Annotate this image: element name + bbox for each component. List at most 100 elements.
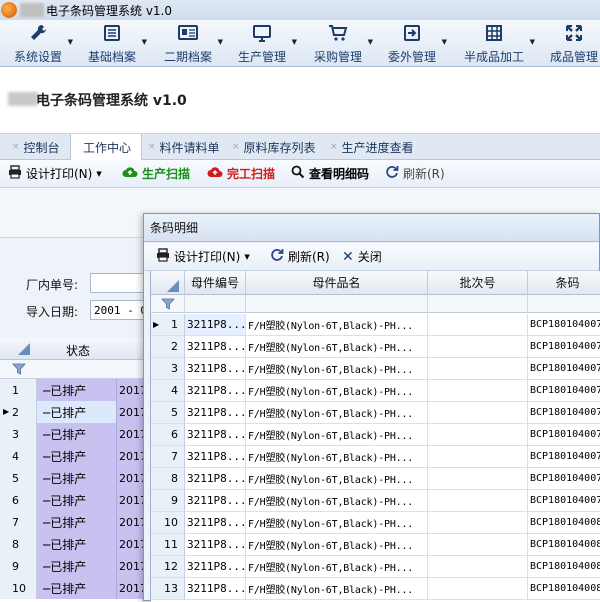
id-card-icon — [177, 22, 199, 44]
table-row[interactable]: 6 ─已排产 2017 — [0, 489, 160, 511]
table-row[interactable]: 7 3211P8... F/H塑胶(Nylon-6T,Black)-PH... … — [151, 446, 600, 468]
table-row[interactable]: 10 ─已排产 2017 — [0, 577, 160, 599]
column-header-parent-code[interactable]: 母件编号 — [185, 271, 246, 295]
row-number: 7 — [0, 511, 37, 533]
row-pointer-icon: ▶ — [153, 320, 160, 329]
redacted-text — [8, 92, 38, 106]
table-row[interactable]: 9 ─已排产 2017 — [0, 555, 160, 577]
table-row[interactable]: 11 3211P8... F/H塑胶(Nylon-6T,Black)-PH...… — [151, 534, 600, 556]
table-row[interactable]: 4 ─已排产 2017 — [0, 445, 160, 467]
barcode-cell: BCP180104007 — [528, 446, 600, 468]
close-icon[interactable]: × — [148, 142, 156, 152]
menu-purchase[interactable]: 采购管理 ▼ — [312, 22, 373, 66]
parent-code-cell: 3211P8... — [185, 468, 246, 490]
barcode-cell: BCP180104007 — [528, 314, 600, 336]
grid-filter-cell[interactable] — [185, 295, 246, 313]
grid-filter-cell[interactable] — [246, 295, 428, 313]
table-row[interactable]: 8 ─已排产 2017 — [0, 533, 160, 555]
search-icon — [291, 165, 305, 182]
parent-code-cell: 3211P8... — [185, 402, 246, 424]
table-row[interactable]: 1 ─已排产 2017 — [0, 379, 160, 401]
tab-material-request[interactable]: × 料件请料单 — [144, 134, 224, 160]
grid-filter-cell[interactable] — [528, 295, 600, 313]
dialog-refresh-button[interactable]: 刷新(R) — [270, 248, 330, 265]
tab-label: 控制台 — [23, 140, 60, 155]
menu-production[interactable]: 生产管理 ▼ — [236, 22, 297, 66]
close-icon[interactable]: × — [330, 142, 338, 152]
table-row[interactable]: ▶ 1 3211P8... F/H塑胶(Nylon-6T,Black)-PH...… — [151, 314, 600, 336]
row-number: 6 — [151, 424, 185, 446]
menu-outsourcing[interactable]: 委外管理 ▼ — [386, 22, 447, 66]
dialog-close-button[interactable]: ✕ 关闭 — [342, 248, 382, 265]
table-row[interactable]: 6 3211P8... F/H塑胶(Nylon-6T,Black)-PH... … — [151, 424, 600, 446]
table-row[interactable]: 10 3211P8... F/H塑胶(Nylon-6T,Black)-PH...… — [151, 512, 600, 534]
parent-name-cell: F/H塑胶(Nylon-6T,Black)-PH... — [246, 446, 428, 468]
close-icon[interactable]: × — [12, 142, 20, 152]
production-scan-button[interactable]: 生产扫描 — [122, 165, 190, 182]
parent-code-cell: 3211P8... — [185, 424, 246, 446]
status-cell: ─已排产 — [37, 467, 116, 489]
table-row[interactable]: 2 3211P8... F/H塑胶(Nylon-6T,Black)-PH... … — [151, 336, 600, 358]
tab-console[interactable]: × 控制台 — [8, 134, 64, 160]
row-number: 3 — [151, 358, 185, 380]
table-row[interactable]: 3 ─已排产 2017 — [0, 423, 160, 445]
close-icon[interactable]: × — [232, 142, 240, 152]
barcode-cell: BCP180104007 — [528, 490, 600, 512]
table-row[interactable]: 8 3211P8... F/H塑胶(Nylon-6T,Black)-PH... … — [151, 468, 600, 490]
table-row[interactable]: 5 ─已排产 2017 — [0, 467, 160, 489]
status-cell: ─已排产 — [37, 445, 116, 467]
row-number: 9 — [151, 490, 185, 512]
import-date-input[interactable]: 2001 - 0 — [90, 300, 150, 320]
cloud-upload-icon — [207, 165, 223, 182]
print-design-button[interactable]: 设计打印(N) ▼ — [8, 165, 102, 182]
factory-order-input[interactable] — [90, 273, 150, 293]
menu-system-settings[interactable]: 系统设置 ▼ — [12, 22, 73, 66]
menu-semi-finished[interactable]: 半成品加工 ▼ — [462, 22, 535, 66]
menu-base-archive[interactable]: 基础档案 ▼ — [86, 22, 147, 66]
column-header-status[interactable]: 状态 — [66, 342, 90, 359]
printer-icon — [156, 248, 170, 265]
table-row[interactable]: 7 ─已排产 2017 — [0, 511, 160, 533]
grid-filter-cell[interactable] — [428, 295, 528, 313]
menu-finished-goods[interactable]: 成品管理 — [548, 22, 600, 66]
table-row[interactable]: 2 ▶ ─已排产 2017 — [0, 401, 160, 423]
row-number-text: 1 — [171, 318, 178, 331]
barcode-cell: BCP180104007 — [528, 336, 600, 358]
table-row[interactable]: 9 3211P8... F/H塑胶(Nylon-6T,Black)-PH... … — [151, 490, 600, 512]
view-detail-button[interactable]: 查看明细码 — [291, 165, 369, 182]
table-row[interactable]: 13 3211P8... F/H塑胶(Nylon-6T,Black)-PH...… — [151, 578, 600, 600]
grid-corner-icon — [166, 279, 179, 292]
refresh-icon — [270, 248, 284, 265]
parent-name-cell: F/H塑胶(Nylon-6T,Black)-PH... — [246, 578, 428, 600]
tab-progress[interactable]: × 生产进度查看 — [326, 134, 418, 160]
dialog-title: 条码明细 — [150, 221, 199, 235]
grid-header: 状态 — [0, 338, 160, 360]
chevron-down-icon: ▼ — [67, 38, 73, 46]
wrench-icon — [28, 22, 48, 44]
dialog-print-button[interactable]: 设计打印(N) ▼ — [156, 248, 250, 265]
tab-work-center[interactable]: 工作中心 — [70, 134, 142, 161]
status-cell: ─已排产 — [37, 423, 116, 445]
dialog-titlebar[interactable]: 条码明细 — [144, 214, 599, 242]
row-number: 3 — [0, 423, 37, 445]
batch-cell — [428, 380, 528, 402]
refresh-button[interactable]: 刷新(R) — [385, 165, 445, 182]
column-header-barcode[interactable]: 条码 — [528, 271, 600, 295]
menu-phase2-archive[interactable]: 二期档案 ▼ — [162, 22, 223, 66]
barcode-cell: BCP180104008 — [528, 556, 600, 578]
chevron-down-icon: ▼ — [217, 38, 223, 46]
column-header-parent-name[interactable]: 母件品名 — [246, 271, 428, 295]
column-header-batch[interactable]: 批次号 — [428, 271, 528, 295]
cloud-upload-icon — [122, 165, 138, 182]
filter-funnel-icon[interactable] — [161, 298, 175, 313]
table-row[interactable]: 12 3211P8... F/H塑胶(Nylon-6T,Black)-PH...… — [151, 556, 600, 578]
filter-funnel-icon[interactable] — [12, 363, 26, 378]
tab-raw-stock[interactable]: × 原料库存列表 — [228, 134, 320, 160]
table-row[interactable]: 4 3211P8... F/H塑胶(Nylon-6T,Black)-PH... … — [151, 380, 600, 402]
batch-cell — [428, 534, 528, 556]
finish-scan-button[interactable]: 完工扫描 — [207, 165, 275, 182]
table-row[interactable]: 5 3211P8... F/H塑胶(Nylon-6T,Black)-PH... … — [151, 402, 600, 424]
grid-corner-icon — [18, 343, 30, 355]
tab-label: 生产进度查看 — [341, 140, 414, 155]
table-row[interactable]: 3 3211P8... F/H塑胶(Nylon-6T,Black)-PH... … — [151, 358, 600, 380]
